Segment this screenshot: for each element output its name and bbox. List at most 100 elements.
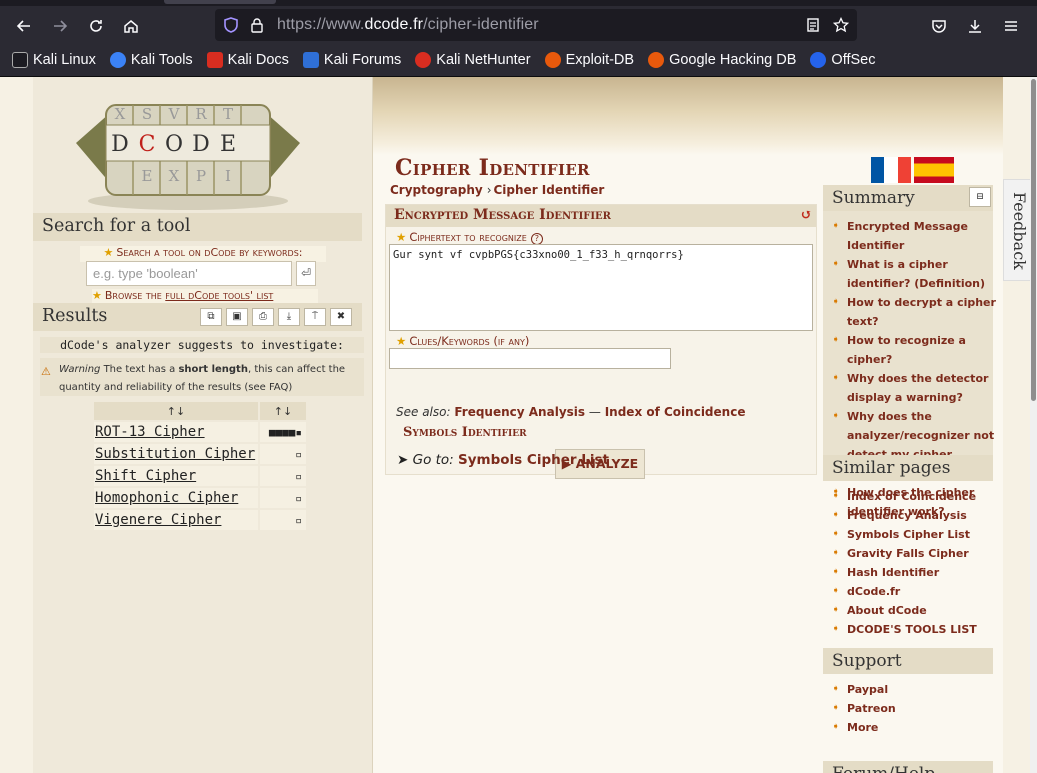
table-row: Shift Cipher ▫ — [94, 466, 306, 486]
page-scrollbar[interactable] — [1030, 77, 1037, 773]
svg-text:S: S — [142, 105, 152, 123]
similar-item[interactable]: Hash Identifier — [832, 563, 1004, 582]
svg-text:D: D — [111, 132, 129, 157]
frequency-analysis-link[interactable]: Frequency Analysis — [454, 405, 585, 419]
save-icon[interactable]: ▣ — [226, 308, 248, 326]
goto-line: ➤ Go to: Symbols Cipher List — [397, 452, 609, 468]
browse-link[interactable]: full dCode tools' list — [165, 289, 273, 302]
support-item[interactable]: Patreon — [832, 699, 1004, 718]
symbols-cipher-list-link[interactable]: Symbols Cipher List — [458, 452, 609, 468]
summary-item[interactable]: How to recognize a cipher? — [832, 331, 1004, 369]
download-icon[interactable] — [961, 12, 989, 40]
table-row: Homophonic Cipher ▫ — [94, 488, 306, 508]
result-name[interactable]: ROT-13 Cipher — [94, 422, 258, 442]
svg-text:E: E — [220, 132, 236, 157]
breadcrumb-separator: › — [486, 183, 492, 197]
back-icon[interactable] — [10, 12, 38, 40]
feedback-label: Feedback — [1010, 192, 1029, 270]
kali-docs-icon — [206, 52, 223, 68]
sort-name-header[interactable]: ↑↓ — [94, 402, 258, 420]
forum-help-title: Forum/Help — [823, 761, 993, 773]
forward-icon[interactable] — [46, 12, 74, 40]
lock-icon[interactable] — [249, 17, 265, 33]
scrollbar-thumb[interactable] — [1031, 79, 1036, 401]
support-title: Support — [823, 648, 993, 674]
result-name[interactable]: Shift Cipher — [94, 466, 258, 486]
reload-icon[interactable] — [82, 12, 110, 40]
symbols-identifier-title[interactable]: Symbols Identifier — [403, 425, 527, 440]
bookmark-kali-tools[interactable]: Kali Tools — [109, 52, 193, 68]
shield-icon[interactable] — [223, 17, 239, 33]
bookmark-offsec[interactable]: OffSec — [810, 52, 875, 68]
reader-view-icon[interactable] — [805, 17, 821, 33]
collapse-toggle[interactable]: ⊟ — [969, 187, 991, 207]
bookmark-label: OffSec — [831, 52, 876, 68]
table-row: Substitution Cipher ▫ — [94, 444, 306, 464]
browse-tools-link[interactable]: ★ Browse the full dCode tools' list — [92, 289, 318, 303]
url-text[interactable]: https://www.dcode.fr/cipher-identifier — [277, 16, 539, 34]
bookmark-kali-nethunter[interactable]: Kali NetHunter — [415, 52, 531, 68]
bookmark-google-hacking-db[interactable]: Google Hacking DB — [648, 52, 796, 68]
download-icon[interactable]: ⤓ — [278, 308, 300, 326]
see-also: See also: Frequency Analysis — Index of … — [396, 405, 745, 419]
ciphertext-label-text: Ciphertext to recognize — [409, 230, 527, 244]
active-tab[interactable] — [164, 0, 276, 4]
svg-text:C: C — [139, 132, 156, 157]
support-item[interactable]: Paypal — [832, 680, 1004, 699]
copy-icon[interactable]: ⧉ — [200, 308, 222, 326]
similar-item[interactable]: About dCode — [832, 601, 1004, 620]
bookmark-exploit-db[interactable]: Exploit-DB — [544, 52, 634, 68]
url-bar[interactable]: https://www.dcode.fr/cipher-identifier — [215, 9, 857, 41]
home-icon[interactable] — [117, 12, 145, 40]
menu-icon[interactable] — [997, 12, 1025, 40]
result-name[interactable]: Vigenere Cipher — [94, 510, 258, 530]
search-label-text: Search a tool on dCode by keywords: — [116, 246, 303, 259]
clues-label-text: Clues/Keywords (if any) — [409, 334, 530, 348]
results-table: ↑↓ ↑↓ ROT-13 Cipher ■■■■▪ Substitution C… — [94, 400, 306, 532]
summary-item[interactable]: How to decrypt a cipher text? — [832, 293, 1004, 331]
summary-item[interactable]: Why does the detector display a warning? — [832, 369, 1004, 407]
breadcrumb-item[interactable]: Cipher Identifier — [494, 183, 605, 197]
french-flag-icon[interactable] — [871, 157, 911, 183]
spanish-flag-icon[interactable] — [914, 157, 954, 183]
search-input[interactable]: e.g. type 'boolean' — [86, 261, 292, 286]
similar-item[interactable]: Frequency Analysis — [832, 506, 1004, 525]
result-name[interactable]: Substitution Cipher — [94, 444, 258, 464]
similar-pages-title: Similar pages — [823, 455, 993, 481]
result-name[interactable]: Homophonic Cipher — [94, 488, 258, 508]
reload-icon[interactable]: ↺ — [800, 207, 812, 223]
clues-label: ★ Clues/Keywords (if any) — [396, 334, 529, 348]
star-icon: ★ — [396, 334, 407, 348]
pocket-icon[interactable] — [925, 12, 953, 40]
bookmark-kali-docs[interactable]: Kali Docs — [206, 52, 289, 68]
similar-item[interactable]: DCODE'S TOOLS LIST — [832, 620, 1004, 639]
clues-input[interactable] — [389, 348, 671, 369]
bookmark-kali-linux[interactable]: Kali Linux — [12, 52, 96, 68]
svg-text:I: I — [225, 167, 231, 185]
breadcrumb-item[interactable]: Cryptography — [390, 183, 483, 197]
star-icon: ★ — [103, 246, 114, 259]
similar-item[interactable]: dCode.fr — [832, 582, 1004, 601]
svg-text:R: R — [195, 105, 207, 123]
similar-item[interactable]: Symbols Cipher List — [832, 525, 1004, 544]
similar-item[interactable]: Gravity Falls Cipher — [832, 544, 1004, 563]
index-of-coincidence-link[interactable]: Index of Coincidence — [605, 405, 746, 419]
bookmark-kali-forums[interactable]: Kali Forums — [302, 52, 401, 68]
ghdb-icon — [648, 52, 665, 68]
summary-item[interactable]: Encrypted Message Identifier — [832, 217, 1004, 255]
support-item[interactable]: More — [832, 718, 1004, 737]
similar-item[interactable]: Index of Coincidence — [832, 487, 1004, 506]
print-icon[interactable]: ⎙ — [252, 308, 274, 326]
dcode-logo[interactable]: D C O D E XSVRT EXPI — [70, 83, 306, 211]
sort-score-header[interactable]: ↑↓ — [260, 402, 306, 420]
warning-text: The text has a — [100, 364, 179, 375]
close-icon[interactable]: ✖ — [330, 308, 352, 326]
bookmark-star-icon[interactable] — [833, 17, 849, 33]
ciphertext-input[interactable]: Gur synt vf cvpbPGS{c33xno00_1_f33_h_qrn… — [389, 244, 813, 331]
search-submit-button[interactable]: ⏎ — [296, 261, 316, 286]
summary-item[interactable]: What is a cipher identifier? (Definition… — [832, 255, 1004, 293]
results-toolbar: ⧉ ▣ ⎙ ⤓ ⍑ ✖ — [200, 308, 352, 326]
feedback-tab[interactable]: Feedback — [1003, 179, 1033, 281]
pin-icon[interactable]: ⍑ — [304, 308, 326, 326]
kali-tools-icon — [109, 52, 126, 68]
